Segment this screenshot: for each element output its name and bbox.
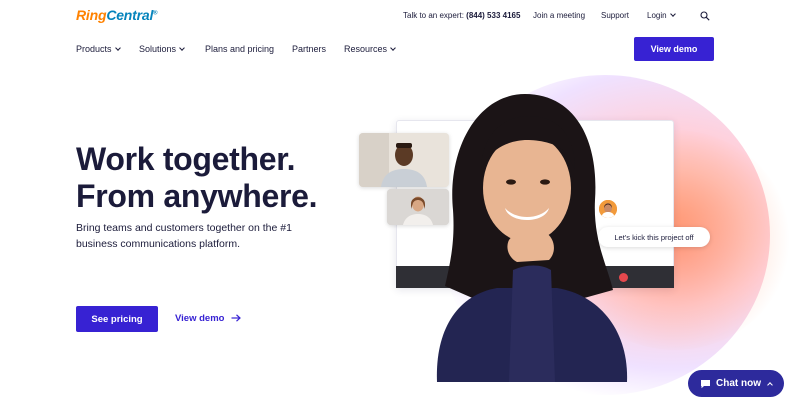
search-icon[interactable] (700, 11, 710, 21)
expert-phone[interactable]: (844) 533 4165 (466, 11, 520, 20)
ringcentral-logo[interactable]: RingCentral® (76, 7, 158, 23)
view-demo-link[interactable]: View demo (175, 313, 241, 324)
support-link[interactable]: Support (601, 11, 629, 20)
view-demo-button[interactable]: View demo (634, 37, 714, 61)
nav-solutions-label: Solutions (139, 44, 177, 54)
login-menu[interactable]: Login (647, 11, 676, 20)
logo-ring-text: Ring (76, 7, 107, 23)
join-meeting-link[interactable]: Join a meeting (533, 11, 585, 20)
see-pricing-button[interactable]: See pricing (76, 306, 158, 332)
chat-now-label: Chat now (716, 378, 761, 389)
nav-resources-label: Resources (344, 44, 388, 54)
chevron-down-icon (179, 45, 185, 51)
nav-solutions[interactable]: Solutions (139, 44, 185, 54)
headline-line-2: From anywhere. (76, 178, 318, 214)
nav-products-label: Products (76, 44, 112, 54)
hero-subtext: Bring teams and customers together on th… (76, 222, 292, 250)
nav-products[interactable]: Products (76, 44, 121, 54)
chat-bubble-icon (701, 379, 710, 388)
nav-plans-and-pricing[interactable]: Plans and pricing (205, 44, 274, 54)
hero-headline: Work together. From anywhere. (76, 141, 318, 215)
expert-prefix: Talk to an expert: (403, 11, 464, 20)
nav-partners[interactable]: Partners (292, 44, 326, 54)
chevron-down-icon (390, 45, 396, 51)
login-label: Login (647, 11, 667, 20)
logo-registered-mark: ® (153, 10, 158, 17)
headline-line-1: Work together. (76, 141, 296, 177)
chevron-down-icon (669, 11, 676, 17)
chat-message-bubble: Let's kick this project off (598, 227, 710, 247)
talk-to-expert[interactable]: Talk to an expert: (844) 533 4165 (403, 11, 520, 20)
view-demo-link-label: View demo (175, 313, 225, 324)
chat-now-button[interactable]: Chat now (688, 370, 784, 397)
nav-resources[interactable]: Resources (344, 44, 396, 54)
logo-central-text: Central (106, 7, 154, 23)
chevron-down-icon (114, 45, 121, 51)
arrow-right-icon (231, 314, 241, 323)
chevron-up-icon (767, 381, 773, 388)
chat-avatar (597, 198, 619, 220)
